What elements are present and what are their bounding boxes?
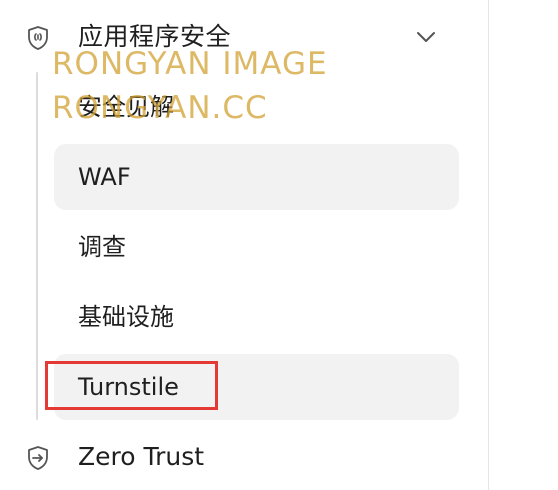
sidebar-item-infrastructure[interactable]: 基础设施 bbox=[54, 284, 459, 350]
shield-icon bbox=[24, 24, 52, 52]
shield-arrow-icon bbox=[24, 444, 52, 472]
sidebar-item-label: 安全见解 bbox=[78, 93, 174, 121]
sidebar-item-label: 基础设施 bbox=[78, 303, 174, 331]
tree-line bbox=[36, 72, 38, 420]
chevron-down-icon[interactable] bbox=[414, 28, 438, 46]
section-title: Zero Trust bbox=[78, 442, 205, 471]
section-app-security[interactable]: 应用程序安全 bbox=[0, 14, 470, 62]
section-title: 应用程序安全 bbox=[78, 22, 232, 51]
highlight-annotation-box bbox=[45, 361, 218, 410]
sidebar-panel: 应用程序安全 安全见解 WAF 调查 基础设施 Turnstile Zero T… bbox=[0, 0, 558, 490]
sidebar-item-label: WAF bbox=[78, 163, 131, 191]
sidebar-item-security-insights[interactable]: 安全见解 bbox=[54, 74, 459, 140]
sidebar-item-label: 调查 bbox=[78, 233, 126, 261]
section-zero-trust[interactable]: Zero Trust bbox=[0, 434, 470, 482]
sidebar-divider bbox=[488, 0, 489, 490]
sidebar-item-waf[interactable]: WAF bbox=[54, 144, 459, 210]
sidebar-item-investigate[interactable]: 调查 bbox=[54, 214, 459, 280]
